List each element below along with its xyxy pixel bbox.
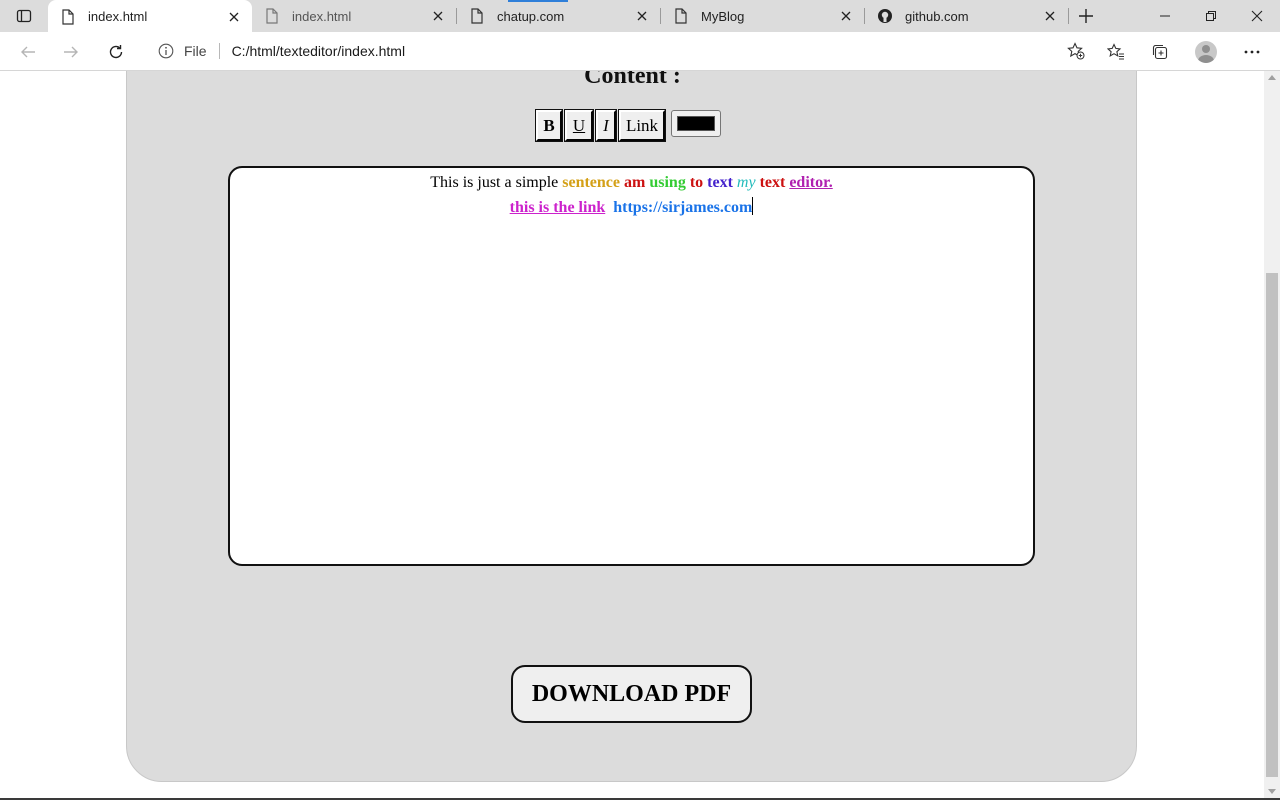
url-text[interactable]: C:/html/texteditor/index.html bbox=[232, 43, 406, 59]
avatar bbox=[1195, 41, 1217, 63]
text-editor-area[interactable]: This is just a simple sentence am using … bbox=[228, 166, 1035, 566]
close-tab-icon[interactable] bbox=[1040, 6, 1060, 26]
bold-button[interactable]: B bbox=[535, 109, 563, 142]
address-divider bbox=[218, 43, 220, 59]
tab-index[interactable]: index.html bbox=[252, 0, 456, 32]
page-icon bbox=[264, 8, 280, 24]
tab-separator bbox=[1068, 8, 1069, 24]
close-icon bbox=[1251, 10, 1263, 22]
refresh-icon bbox=[109, 45, 123, 59]
tab-title: index.html bbox=[292, 8, 352, 24]
editor-line-2: this is the link https://sirjames.com bbox=[230, 195, 1033, 220]
formatting-toolbar: B U I Link bbox=[535, 109, 721, 142]
editor-text-span: https://sirjames.com bbox=[613, 199, 753, 216]
tab-index-active[interactable]: index.html bbox=[48, 0, 252, 33]
back-arrow-icon bbox=[21, 46, 35, 58]
page-icon bbox=[469, 8, 485, 24]
scroll-down-arrow-icon[interactable] bbox=[1268, 789, 1276, 794]
minimize-icon bbox=[1160, 15, 1170, 17]
profile-button[interactable] bbox=[1191, 37, 1221, 67]
add-favorite-button[interactable] bbox=[1066, 41, 1086, 61]
close-tab-icon[interactable] bbox=[836, 6, 856, 26]
restore-icon bbox=[1206, 11, 1216, 21]
close-tab-icon[interactable] bbox=[632, 6, 652, 26]
editor-text-span: text bbox=[707, 174, 733, 191]
editor-text-span: using bbox=[649, 174, 686, 191]
tab-title: index.html bbox=[88, 9, 148, 24]
collections-icon bbox=[1152, 44, 1168, 60]
browser-toolbar: File C:/html/texteditor/index.html bbox=[0, 32, 1280, 71]
tab-actions-icon bbox=[16, 9, 32, 23]
tab-myblog[interactable]: MyBlog bbox=[661, 0, 864, 32]
favorites-icon bbox=[1107, 43, 1124, 60]
tab-github[interactable]: github.com bbox=[865, 0, 1068, 32]
editor-link[interactable]: this is the link bbox=[510, 199, 606, 216]
content-heading: Content : bbox=[584, 71, 681, 89]
page-icon bbox=[60, 8, 76, 25]
tab-title: chatup.com bbox=[497, 8, 565, 24]
editor-line-1: This is just a simple sentence am using … bbox=[230, 170, 1033, 195]
collections-button[interactable] bbox=[1145, 37, 1175, 67]
editor-text-span: my bbox=[736, 174, 756, 191]
color-picker[interactable] bbox=[671, 110, 721, 137]
forward-button[interactable] bbox=[56, 37, 86, 67]
new-tab-button[interactable] bbox=[1074, 4, 1098, 28]
color-swatch bbox=[677, 116, 715, 131]
window-close-button[interactable] bbox=[1234, 0, 1280, 32]
info-icon[interactable] bbox=[156, 41, 176, 61]
plus-icon bbox=[1079, 9, 1093, 23]
tab-strip: index.html index.html chatup.com MyBlog bbox=[0, 0, 1280, 33]
address-bar[interactable]: File C:/html/texteditor/index.html bbox=[144, 35, 1092, 67]
link-button[interactable]: Link bbox=[618, 109, 666, 142]
text-caret bbox=[752, 197, 754, 215]
page-icon bbox=[673, 8, 689, 24]
download-pdf-button[interactable]: DOWNLOAD PDF bbox=[511, 665, 752, 723]
scheme-label: File bbox=[184, 43, 207, 59]
editor-text-span: am bbox=[624, 174, 646, 191]
tab-chatup[interactable]: chatup.com bbox=[457, 0, 660, 32]
more-icon bbox=[1244, 50, 1260, 54]
tab-title: github.com bbox=[905, 8, 969, 24]
back-button[interactable] bbox=[13, 37, 43, 67]
underline-button[interactable]: U bbox=[564, 109, 594, 142]
editor-text-span: text bbox=[759, 174, 786, 191]
editor-text-span: editor. bbox=[789, 174, 833, 191]
editor-text-span: to bbox=[689, 174, 704, 191]
italic-button[interactable]: I bbox=[595, 109, 617, 142]
close-tab-icon[interactable] bbox=[428, 6, 448, 26]
editor-panel: Content : B U I Link This is just a simp… bbox=[126, 71, 1137, 782]
settings-menu-button[interactable] bbox=[1237, 37, 1267, 67]
minimize-button[interactable] bbox=[1142, 0, 1188, 32]
star-add-icon bbox=[1067, 42, 1085, 60]
page-viewport: Content : B U I Link This is just a simp… bbox=[0, 71, 1264, 798]
tab-actions-button[interactable] bbox=[8, 4, 40, 28]
editor-text-span: This is just a simple bbox=[430, 174, 563, 191]
scroll-up-arrow-icon[interactable] bbox=[1268, 75, 1276, 80]
tab-title: MyBlog bbox=[701, 8, 745, 24]
editor-text-span: sentence bbox=[562, 174, 621, 191]
forward-arrow-icon bbox=[64, 46, 78, 58]
close-tab-icon[interactable] bbox=[224, 7, 244, 27]
favorites-button[interactable] bbox=[1101, 37, 1131, 67]
vertical-scrollbar[interactable] bbox=[1264, 71, 1280, 798]
refresh-button[interactable] bbox=[101, 37, 131, 67]
scrollbar-thumb[interactable] bbox=[1266, 273, 1278, 777]
restore-button[interactable] bbox=[1188, 0, 1234, 32]
github-icon bbox=[877, 8, 893, 24]
